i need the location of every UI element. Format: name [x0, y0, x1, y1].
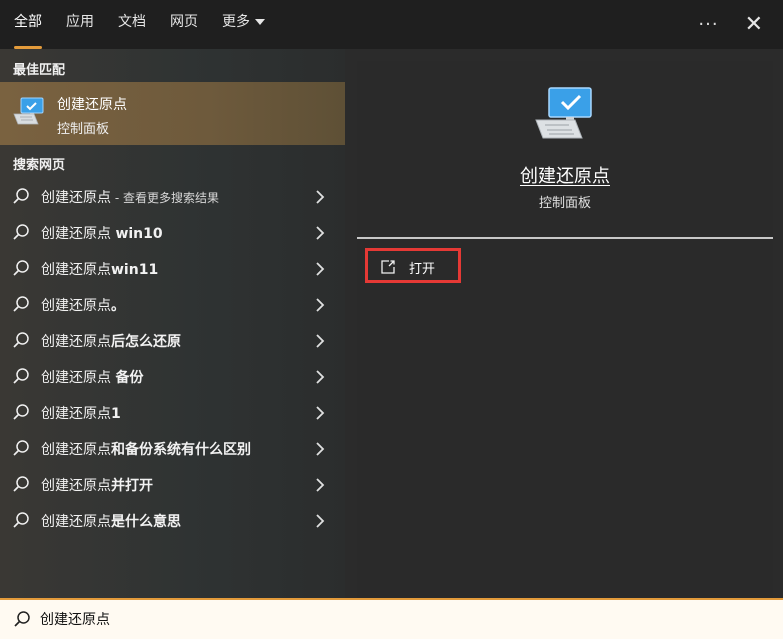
chevron-right-icon — [315, 333, 325, 352]
chevron-right-icon — [315, 477, 325, 496]
chevron-right-icon — [315, 513, 325, 532]
tab-documents-label: 文档 — [118, 14, 146, 30]
search-icon — [12, 367, 30, 389]
web-search-heading: 搜索网页 — [13, 158, 66, 173]
chevron-right-icon — [315, 189, 325, 208]
divider — [357, 237, 773, 239]
item-query-text: 创建还原点 — [41, 298, 111, 314]
chevron-right-icon — [315, 369, 325, 388]
item-query-text: 创建还原点 — [41, 442, 111, 458]
chevron-right-icon — [315, 441, 325, 460]
results-pane: 最佳匹配 创建还原点 控制面板 搜索网页 创建还原点 - 查看更多搜索结果 创建… — [0, 49, 345, 598]
web-search-item[interactable]: 创建还原点 备份 — [0, 358, 345, 394]
web-search-item[interactable]: 创建还原点1 — [0, 394, 345, 430]
web-search-item[interactable]: 创建还原点win11 — [0, 250, 345, 286]
search-icon — [12, 511, 30, 533]
more-dots-icon[interactable]: ··· — [698, 14, 718, 35]
search-icon — [12, 475, 30, 497]
computer-check-icon — [533, 86, 597, 146]
open-label: 打开 — [409, 262, 436, 277]
chevron-right-icon — [315, 225, 325, 244]
search-icon — [12, 331, 30, 353]
item-query-suffix: 和备份系统有什么区别 — [111, 442, 251, 458]
filter-tabs: 全部 应用 文档 网页 更多 — [14, 0, 289, 49]
item-query-text: 创建还原点 — [41, 478, 111, 494]
chevron-right-icon — [315, 261, 325, 280]
open-button[interactable]: 打开 — [365, 248, 461, 283]
search-icon — [12, 223, 30, 245]
search-input[interactable] — [38, 606, 742, 632]
top-bar: 全部 应用 文档 网页 更多 ··· ✕ — [0, 0, 783, 49]
chevron-right-icon — [315, 297, 325, 316]
web-search-item[interactable]: 创建还原点后怎么还原 — [0, 322, 345, 358]
tab-all-label: 全部 — [14, 14, 42, 30]
best-match-subtitle: 控制面板 — [57, 122, 110, 137]
web-search-item[interactable]: 创建还原点和备份系统有什么区别 — [0, 430, 345, 466]
search-icon — [12, 259, 30, 281]
search-icon — [12, 403, 30, 425]
search-icon — [13, 610, 31, 632]
close-icon[interactable]: ✕ — [745, 12, 763, 37]
web-search-item[interactable]: 创建还原点是什么意思 — [0, 502, 345, 538]
best-match-heading: 最佳匹配 — [13, 63, 66, 78]
item-query-suffix: 是什么意思 — [111, 514, 181, 530]
chevron-down-icon — [255, 19, 265, 25]
tab-apps[interactable]: 应用 — [66, 0, 94, 49]
open-external-icon — [380, 259, 396, 278]
item-query-text: 创建还原点 — [41, 190, 111, 206]
item-query-text: 创建还原点 — [41, 334, 111, 350]
search-bar — [0, 598, 783, 639]
best-match-title: 创建还原点 — [57, 97, 127, 113]
web-search-item[interactable]: 创建还原点。 — [0, 286, 345, 322]
item-query-text: 创建还原点 — [41, 262, 111, 278]
tab-web[interactable]: 网页 — [170, 0, 198, 49]
item-query-suffix: win10 — [115, 226, 163, 242]
search-icon — [12, 439, 30, 461]
item-query-suffix: 并打开 — [111, 478, 153, 494]
best-match-item[interactable]: 创建还原点 控制面板 — [0, 82, 345, 145]
detail-pane: 创建还原点 控制面板 打开 — [357, 61, 773, 598]
item-query-suffix: - 查看更多搜索结果 — [111, 191, 219, 205]
item-query-text: 创建还原点 — [41, 370, 116, 386]
tab-all[interactable]: 全部 — [14, 0, 42, 49]
item-query-suffix: 后怎么还原 — [111, 334, 181, 350]
detail-subtitle: 控制面板 — [538, 196, 591, 211]
search-icon — [12, 187, 30, 209]
item-query-text: 创建还原点 — [41, 226, 116, 242]
web-search-item[interactable]: 创建还原点并打开 — [0, 466, 345, 502]
tab-documents[interactable]: 文档 — [118, 0, 146, 49]
item-query-suffix: 1 — [111, 406, 121, 422]
computer-check-icon — [12, 97, 46, 131]
tab-more-label: 更多 — [222, 14, 250, 30]
tab-web-label: 网页 — [170, 14, 198, 30]
item-query-text: 创建还原点 — [41, 406, 111, 422]
tab-more[interactable]: 更多 — [222, 0, 265, 49]
item-query-suffix: 。 — [111, 298, 125, 314]
item-query-suffix: 备份 — [115, 370, 144, 386]
item-query-suffix: win11 — [111, 262, 159, 278]
detail-title[interactable]: 创建还原点 — [357, 162, 773, 188]
chevron-right-icon — [315, 405, 325, 424]
search-icon — [12, 295, 30, 317]
item-query-text: 创建还原点 — [41, 514, 111, 530]
tab-apps-label: 应用 — [66, 14, 94, 30]
web-search-item[interactable]: 创建还原点 - 查看更多搜索结果 — [0, 178, 345, 214]
web-search-item[interactable]: 创建还原点 win10 — [0, 214, 345, 250]
